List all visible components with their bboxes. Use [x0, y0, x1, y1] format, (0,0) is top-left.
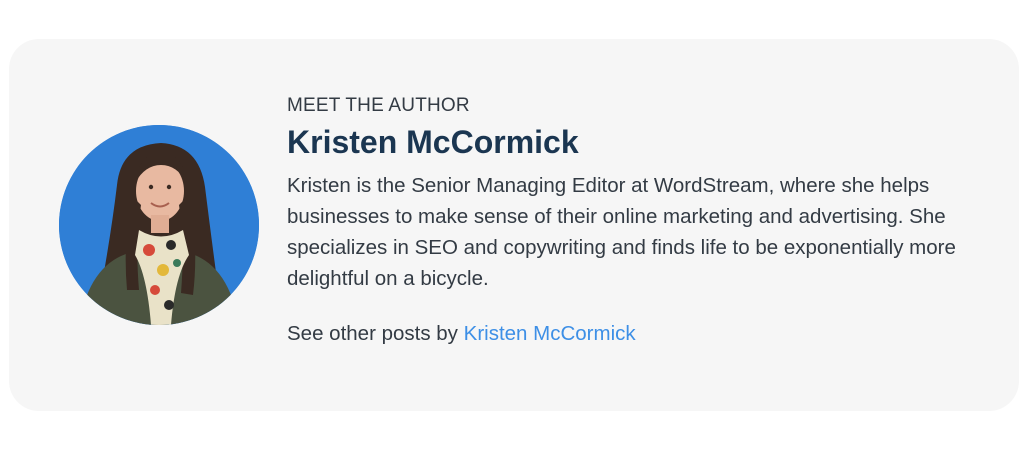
author-posts-link[interactable]: Kristen McCormick	[464, 322, 636, 345]
other-posts-prefix: See other posts by	[287, 322, 458, 345]
author-name: Kristen McCormick	[287, 124, 579, 160]
meet-the-author-label: MEET THE AUTHOR	[287, 95, 470, 116]
author-avatar	[59, 125, 259, 325]
author-bio: Kristen is the Senior Managing Editor at…	[287, 174, 956, 290]
other-posts-line: See other posts by Kristen McCormick	[287, 320, 987, 348]
author-text: MEET THE AUTHOR Kristen McCormick Kriste…	[287, 94, 987, 348]
